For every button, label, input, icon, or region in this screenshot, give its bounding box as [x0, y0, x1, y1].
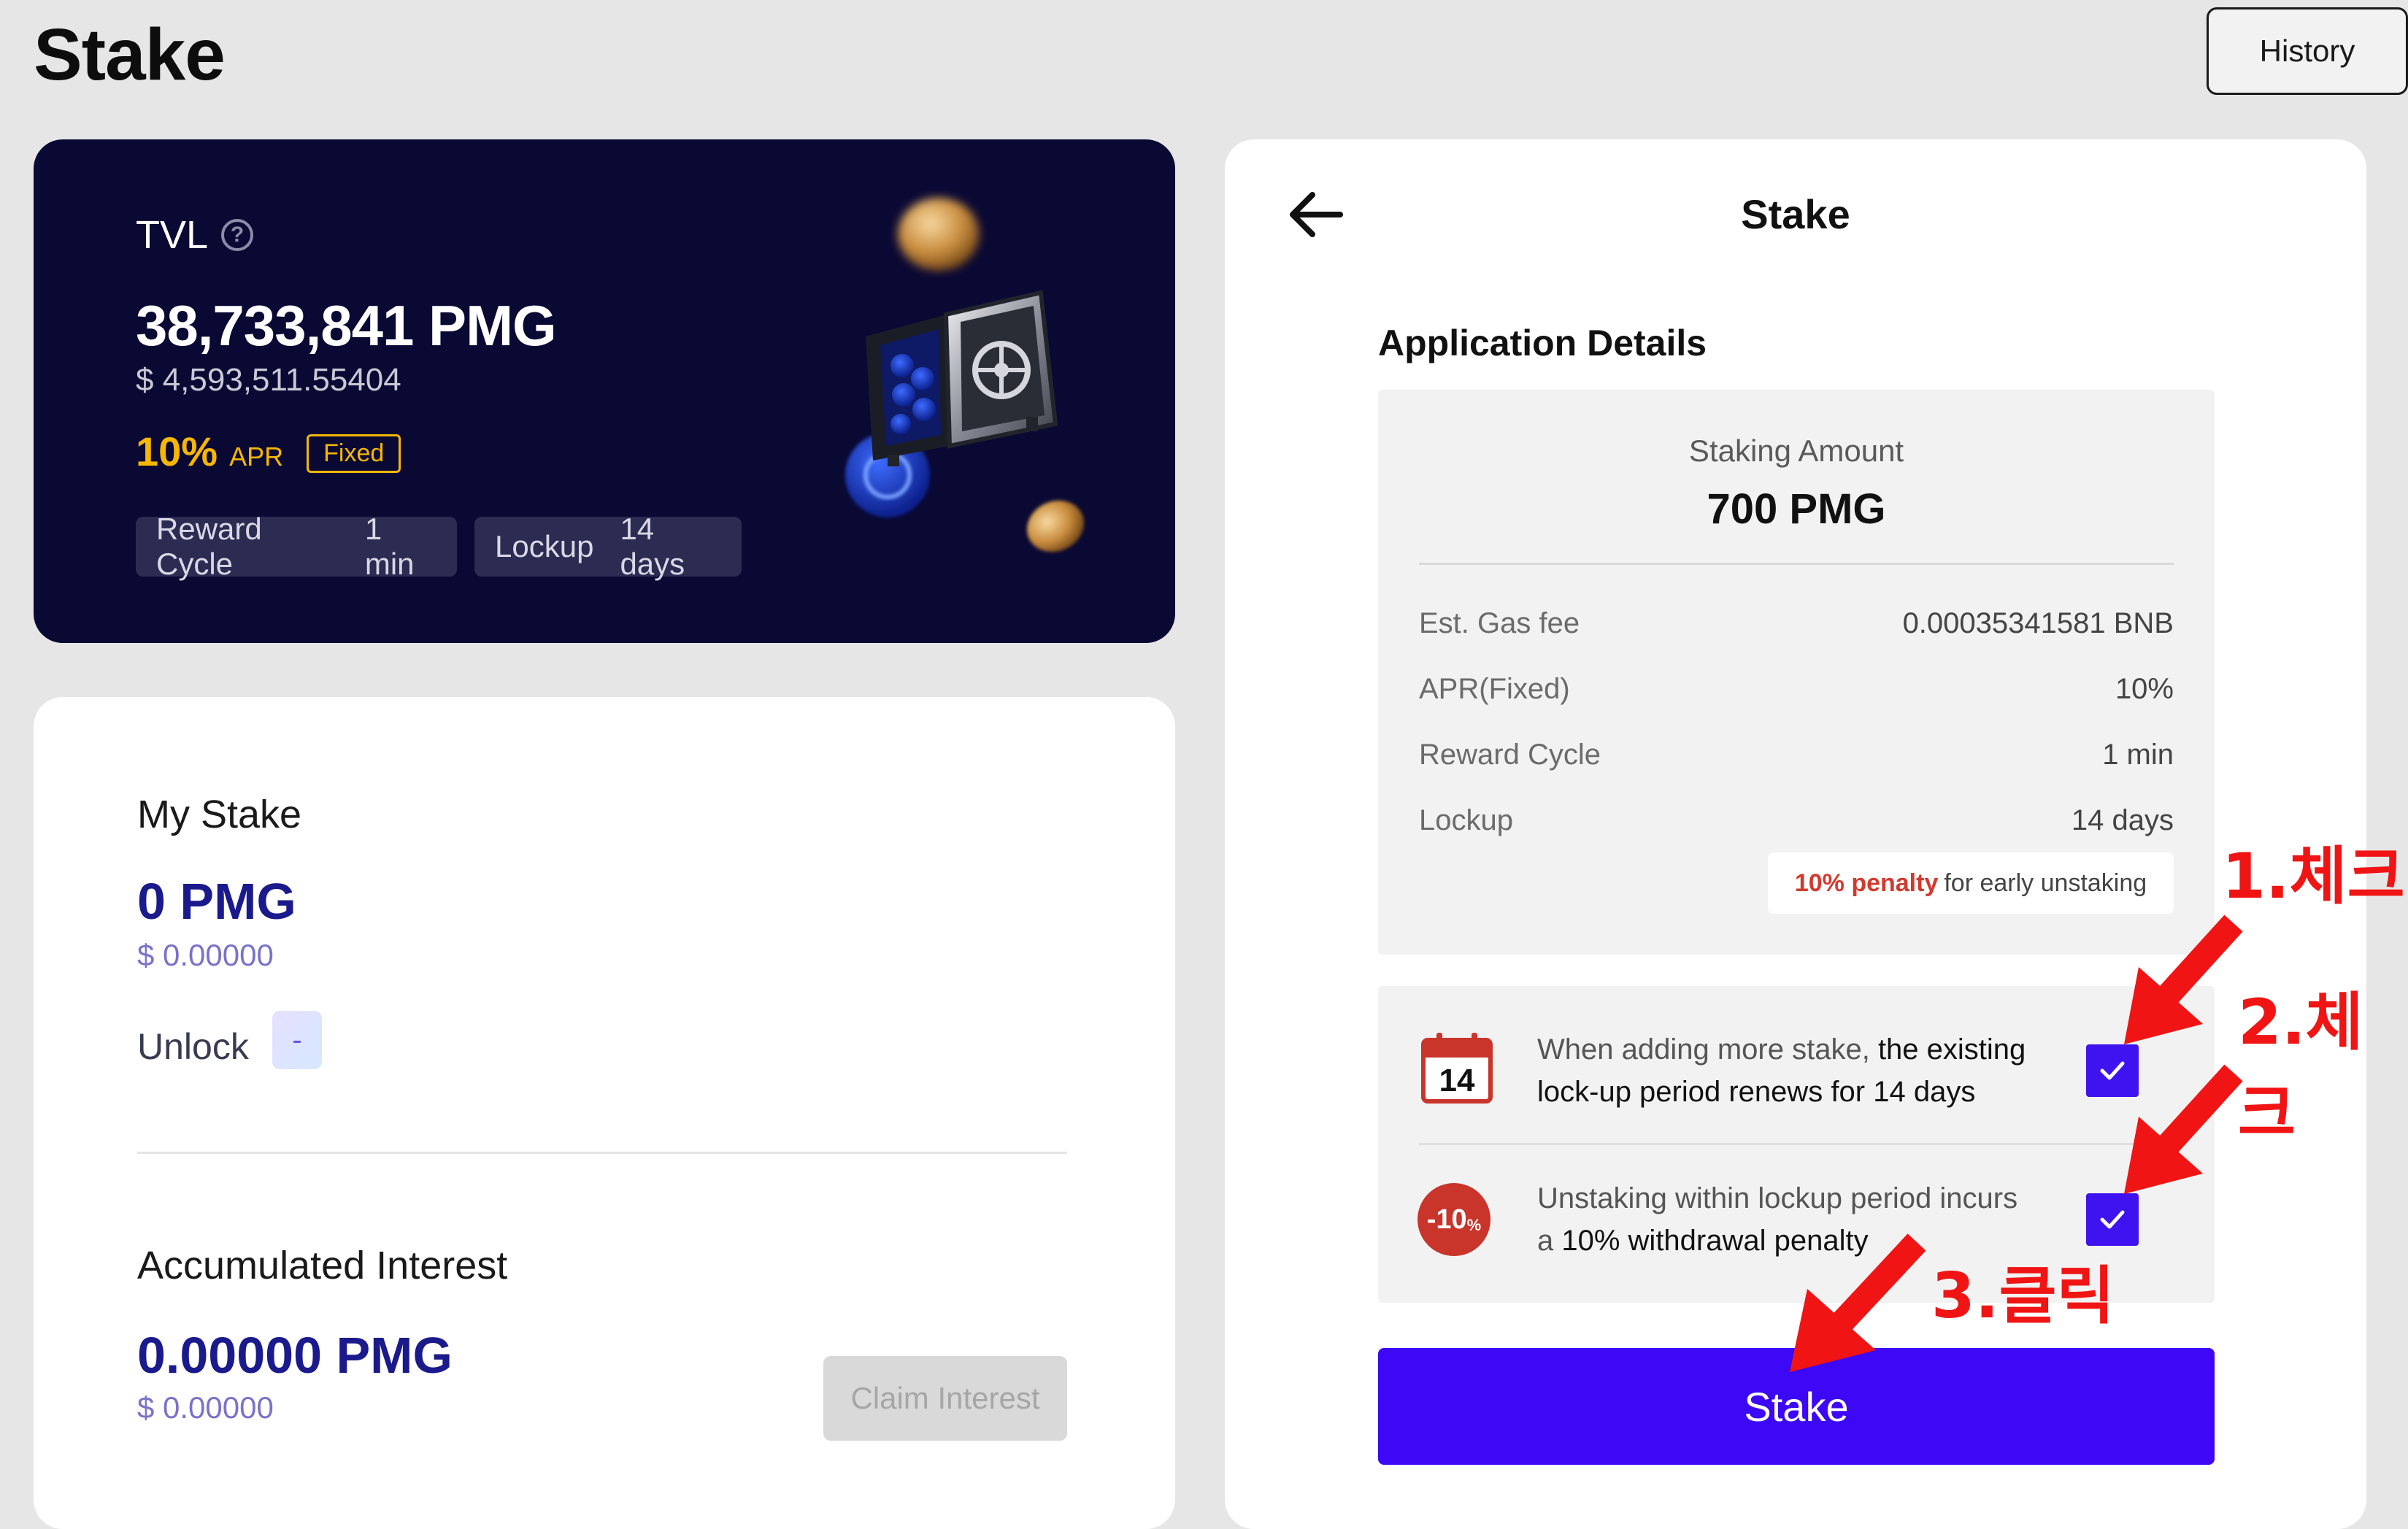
detail-key: Lockup — [1419, 804, 1513, 836]
detail-value: 1 min — [2102, 739, 2174, 771]
claim-interest-button[interactable]: Claim Interest — [823, 1356, 1067, 1441]
apr-row: 10% APR Fixed — [136, 428, 401, 477]
tvl-amount: 38,733,841 PMG — [136, 293, 557, 358]
page-title: Stake — [34, 14, 226, 96]
divider — [137, 1152, 1067, 1154]
calendar-number: 14 — [1439, 1063, 1475, 1098]
penalty-notice: 10% penalty for early unstaking — [1768, 852, 2174, 914]
penalty-percent-icon: -10 % — [1418, 1183, 1490, 1256]
annotation-step-3: 3.클릭 — [1931, 1260, 2115, 1333]
coin-blurred — [898, 198, 980, 271]
chip-value: 1 min — [364, 512, 415, 581]
annotation-arrow-3 — [1790, 1233, 1926, 1372]
penalty-icon-sub: % — [1466, 1216, 1482, 1234]
details-box: Staking Amount 700 PMG Est. Gas fee 0.00… — [1378, 390, 2215, 955]
penalty-icon-text: -10 — [1426, 1203, 1467, 1235]
detail-row-gas: Est. Gas fee 0.00035341581 BNB — [1419, 607, 2174, 640]
detail-key: Est. Gas fee — [1419, 607, 1580, 639]
confirm-plain-text: When adding more stake, — [1537, 1033, 1870, 1066]
staking-amount-label: Staking Amount — [1688, 434, 1904, 468]
chip-value: 14 days — [620, 512, 685, 581]
accumulated-interest-title: Accumulated Interest — [137, 1244, 508, 1287]
my-stake-title: My Stake — [137, 793, 302, 836]
apr-value: 10% — [136, 428, 218, 474]
fixed-badge: Fixed — [307, 434, 401, 473]
help-icon[interactable]: ? — [221, 219, 254, 251]
confirm-text-lockup: When adding more stake, the existing loc… — [1537, 1028, 2034, 1113]
accumulated-interest-amount: 0.00000 PMG — [137, 1327, 453, 1384]
calendar-icon: 14 — [1421, 1033, 1493, 1104]
tvl-card: TVL ? 38,733,841 PMG $ 4,593,511.55404 1… — [34, 139, 1175, 643]
my-stake-usd: $ 0.00000 — [137, 938, 274, 972]
panel-title: Stake — [1741, 191, 1850, 237]
unlock-label: Unlock — [137, 1026, 249, 1067]
detail-key: APR(Fixed) — [1419, 673, 1570, 705]
detail-value: 0.00035341581 BNB — [1902, 607, 2174, 639]
annotation-arrow-1 — [2124, 914, 2243, 1044]
detail-value: 14 days — [2071, 804, 2174, 836]
unlock-value-badge: - — [272, 1011, 322, 1069]
my-stake-card: My Stake 0 PMG $ 0.00000 Unlock - Accumu… — [34, 697, 1175, 1529]
staking-amount-value: 700 PMG — [1707, 485, 1886, 533]
annotation-arrow-2 — [2124, 1064, 2243, 1194]
annotation-step-2: 2.체크 — [2238, 986, 2363, 1150]
history-button[interactable]: History — [2207, 7, 2408, 95]
accumulated-interest-usd: $ 0.00000 — [137, 1390, 274, 1425]
apr-label: APR — [229, 442, 284, 471]
vault-safe — [866, 290, 1058, 466]
detail-row-lockup: Lockup 14 days — [1419, 804, 2174, 837]
detail-row-apr: APR(Fixed) 10% — [1419, 673, 2174, 706]
divider — [1419, 1143, 2174, 1145]
detail-row-reward-cycle: Reward Cycle 1 min — [1419, 739, 2174, 771]
detail-key: Reward Cycle — [1419, 739, 1601, 771]
detail-value: 10% — [2115, 673, 2174, 705]
tvl-label: TVL — [136, 213, 209, 257]
application-details-title: Application Details — [1378, 323, 1707, 363]
checkmark-icon — [2100, 1210, 2125, 1229]
divider — [1419, 563, 2174, 565]
tvl-label-row: TVL ? — [136, 212, 254, 258]
tvl-usd-value: $ 4,593,511.55404 — [136, 362, 401, 398]
my-stake-amount: 0 PMG — [137, 873, 296, 930]
penalty-highlight: 10% penalty — [1794, 869, 1939, 897]
coin-small — [1027, 500, 1084, 552]
chip-label: Lockup — [495, 529, 594, 563]
lockup-chip: Lockup 14 days — [474, 512, 742, 581]
penalty-text: for early unstaking — [1944, 869, 2147, 897]
chip-label: Reward Cycle — [156, 512, 262, 581]
annotation-step-1: 1.체크 — [2222, 840, 2405, 913]
vault-illustration — [845, 198, 1084, 552]
reward-cycle-chip: Reward Cycle 1 min — [136, 512, 457, 581]
